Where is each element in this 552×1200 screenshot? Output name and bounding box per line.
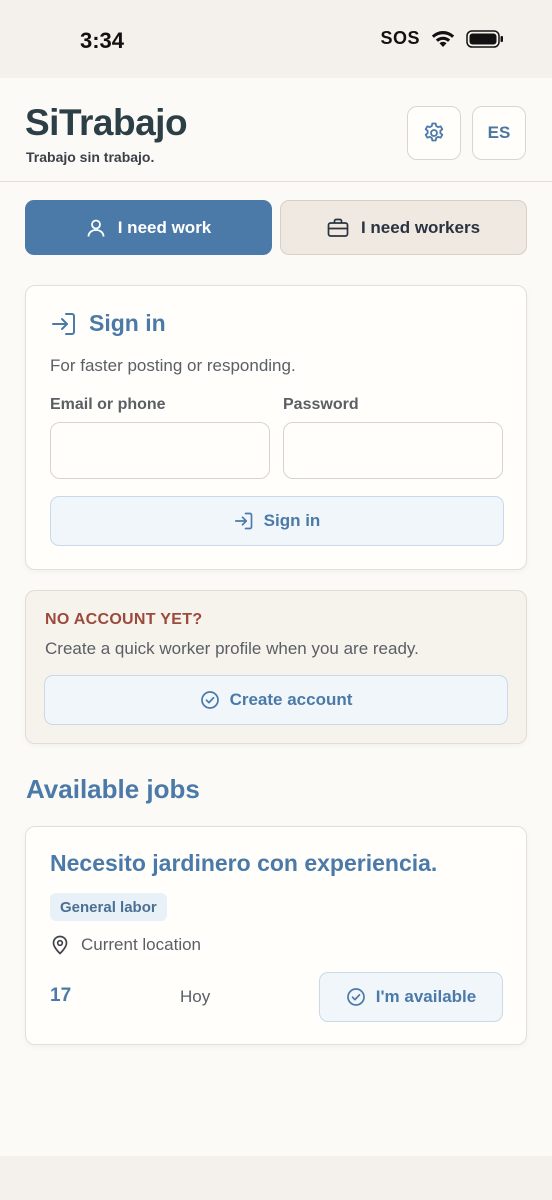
create-account-button[interactable]: Create account xyxy=(44,675,508,725)
status-bar: 3:34 SOS xyxy=(0,0,552,78)
bottom-bar xyxy=(0,1156,552,1200)
im-available-label: I'm available xyxy=(375,987,477,1006)
job-card[interactable]: Necesito jardinero con experiencia. Gene… xyxy=(25,826,527,1045)
app-page: SiTrabajo Trabajo sin trabajo. ES I need… xyxy=(0,78,552,1156)
sign-in-button-label: Sign in xyxy=(263,511,321,530)
brand-tagline: Trabajo sin trabajo. xyxy=(26,149,155,165)
location-pin-icon xyxy=(51,935,69,955)
job-title[interactable]: Necesito jardinero con experiencia. xyxy=(50,850,437,877)
job-location: Current location xyxy=(51,935,201,955)
email-field[interactable] xyxy=(50,422,270,479)
sign-in-button[interactable]: Sign in xyxy=(50,496,504,546)
sos-indicator: SOS xyxy=(380,28,420,48)
status-time: 3:34 xyxy=(80,28,125,53)
check-circle-icon xyxy=(200,690,220,710)
create-account-label: Create account xyxy=(229,690,353,709)
settings-button[interactable] xyxy=(407,106,461,160)
email-label: Email or phone xyxy=(50,396,166,413)
sign-in-icon xyxy=(51,312,77,336)
no-account-subtitle: Create a quick worker profile when you a… xyxy=(45,639,419,658)
im-available-button[interactable]: I'm available xyxy=(319,972,503,1022)
language-button[interactable]: ES xyxy=(472,106,526,160)
sign-in-title: Sign in xyxy=(89,310,166,336)
gear-icon xyxy=(422,121,446,145)
person-icon xyxy=(86,218,106,238)
i-need-work-label: I need work xyxy=(117,217,212,237)
password-label: Password xyxy=(283,396,359,413)
i-need-workers-label: I need workers xyxy=(360,217,481,237)
job-count: 17 xyxy=(50,985,72,1006)
job-date: Hoy xyxy=(180,987,211,1006)
no-account-title: NO ACCOUNT YET? xyxy=(45,611,203,628)
app-header: SiTrabajo Trabajo sin trabajo. ES xyxy=(0,78,552,182)
battery-icon xyxy=(466,29,504,49)
briefcase-icon xyxy=(327,218,349,238)
sign-in-card: Sign in For faster posting or responding… xyxy=(25,285,527,570)
available-jobs-heading: Available jobs xyxy=(26,774,200,804)
wifi-icon xyxy=(430,29,456,49)
status-icons: SOS xyxy=(380,28,504,49)
sign-in-subtitle: For faster posting or responding. xyxy=(50,356,296,375)
sign-in-icon xyxy=(234,512,254,530)
job-category-badge: General labor xyxy=(50,893,167,921)
i-need-workers-button[interactable]: I need workers xyxy=(280,200,527,255)
password-field[interactable] xyxy=(283,422,503,479)
check-circle-icon xyxy=(346,987,366,1007)
i-need-work-button[interactable]: I need work xyxy=(25,200,272,255)
sign-in-heading: Sign in xyxy=(51,310,166,337)
brand-name: SiTrabajo xyxy=(25,102,188,143)
no-account-card: NO ACCOUNT YET? Create a quick worker pr… xyxy=(25,590,527,744)
job-location-label: Current location xyxy=(81,935,202,954)
